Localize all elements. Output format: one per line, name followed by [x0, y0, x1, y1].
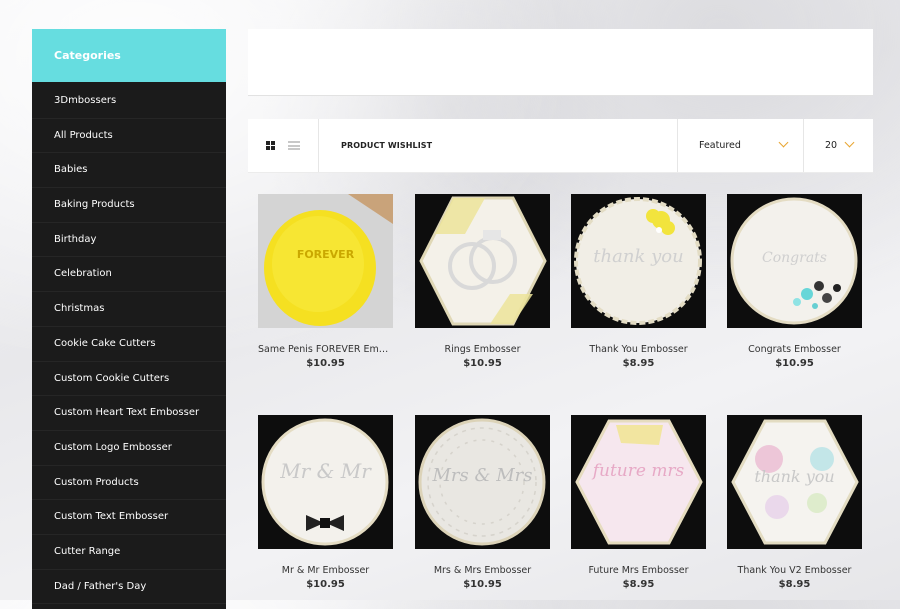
- sidebar-item-fathers-day[interactable]: Dad / Father's Day: [32, 570, 226, 605]
- product-image[interactable]: Mrs & Mrs: [415, 415, 550, 549]
- product-card[interactable]: future mrs Future Mrs Embosser $8.95: [571, 415, 706, 590]
- product-name[interactable]: Rings Embosser: [415, 344, 550, 355]
- product-image[interactable]: Mr & Mr: [258, 415, 393, 549]
- product-name[interactable]: Mrs & Mrs Embosser: [415, 565, 550, 576]
- toolbar-divider: [677, 119, 678, 172]
- sidebar-item-christmas[interactable]: Christmas: [32, 292, 226, 327]
- product-photo: [415, 194, 550, 328]
- product-name[interactable]: Mr & Mr Embosser: [258, 565, 393, 576]
- product-price: $8.95: [778, 579, 811, 590]
- product-price: $10.95: [306, 358, 345, 369]
- product-card[interactable]: Mrs & Mrs Mrs & Mrs Embosser $10.95: [415, 415, 550, 590]
- product-photo: [571, 415, 706, 549]
- sidebar-item-custom-products[interactable]: Custom Products: [32, 466, 226, 501]
- product-image-text: thank you: [754, 467, 835, 486]
- sidebar-item-custom-logo-embosser[interactable]: Custom Logo Embosser: [32, 431, 226, 466]
- sidebar-title: Categories: [32, 29, 226, 82]
- product-card[interactable]: Mr & Mr Mr & Mr Embosser $10.95: [258, 415, 393, 590]
- sidebar-item-birthday[interactable]: Birthday: [32, 223, 226, 258]
- product-card[interactable]: Rings Embosser $10.95: [415, 194, 550, 369]
- product-image[interactable]: [415, 194, 550, 328]
- per-page-select[interactable]: 20: [825, 119, 837, 172]
- sidebar-item-cutter-range[interactable]: Cutter Range: [32, 535, 226, 570]
- sidebar-item-custom-cookie-cutters[interactable]: Custom Cookie Cutters: [32, 362, 226, 397]
- product-price: $10.95: [463, 579, 502, 590]
- category-sidebar: Categories 3Dmbossers All Products Babie…: [32, 29, 226, 609]
- toolbar-divider: [318, 119, 319, 172]
- sidebar-item-custom-heart-text-embosser[interactable]: Custom Heart Text Embosser: [32, 396, 226, 431]
- product-name[interactable]: Same Penis FOREVER Embo...: [258, 344, 393, 355]
- sidebar-item-cookie-cake-cutters[interactable]: Cookie Cake Cutters: [32, 327, 226, 362]
- per-page-value: 20: [825, 140, 838, 151]
- sidebar-item-celebration[interactable]: Celebration: [32, 257, 226, 293]
- product-card[interactable]: FOREVER Same Penis FOREVER Embo... $10.9…: [258, 194, 393, 369]
- product-image-text: Mr & Mr: [280, 459, 371, 483]
- product-image[interactable]: future mrs: [571, 415, 706, 549]
- sidebar-item-babies[interactable]: Babies: [32, 153, 226, 189]
- chevron-down-icon: [778, 137, 789, 148]
- product-name[interactable]: Thank You V2 Embosser: [727, 565, 862, 576]
- sidebar-item-all-products[interactable]: All Products: [32, 119, 226, 154]
- product-price: $8.95: [622, 579, 655, 590]
- sort-value: Featured: [699, 140, 741, 151]
- product-image-text: thank you: [593, 246, 684, 267]
- category-list: 3Dmbossers All Products Babies Baking Pr…: [32, 84, 226, 605]
- product-price: $10.95: [306, 579, 345, 590]
- product-image[interactable]: Congrats: [727, 194, 862, 328]
- sidebar-item-custom-text-embosser[interactable]: Custom Text Embosser: [32, 500, 226, 535]
- grid-view-icon[interactable]: [266, 141, 276, 150]
- product-card[interactable]: thank you Thank You V2 Embosser $8.95: [727, 415, 862, 590]
- sort-select[interactable]: Featured: [699, 119, 741, 172]
- product-image-text: FOREVER: [296, 248, 355, 261]
- product-image[interactable]: thank you: [727, 415, 862, 549]
- chevron-down-icon: [844, 137, 855, 148]
- category-banner: [248, 29, 873, 96]
- product-wishlist-link[interactable]: PRODUCT WISHLIST: [341, 119, 432, 172]
- product-photo: [258, 194, 393, 328]
- product-name[interactable]: Thank You Embosser: [571, 344, 706, 355]
- product-image-text: future mrs: [592, 461, 685, 481]
- product-name[interactable]: Future Mrs Embosser: [571, 565, 706, 576]
- product-name[interactable]: Congrats Embosser: [727, 344, 862, 355]
- list-view-icon[interactable]: [288, 141, 300, 150]
- product-toolbar: PRODUCT WISHLIST Featured 20: [248, 119, 873, 173]
- product-image-text: Mrs & Mrs: [432, 465, 533, 486]
- product-card[interactable]: Congrats Congrats Embosser $10.95: [727, 194, 862, 369]
- sidebar-item-3dmbossers[interactable]: 3Dmbossers: [32, 84, 226, 119]
- product-price: $10.95: [463, 358, 502, 369]
- product-price: $8.95: [622, 358, 655, 369]
- sidebar-item-baking-products[interactable]: Baking Products: [32, 188, 226, 223]
- product-card[interactable]: thank you Thank You Embosser $8.95: [571, 194, 706, 369]
- product-price: $10.95: [775, 358, 814, 369]
- toolbar-divider: [803, 119, 804, 172]
- product-image[interactable]: FOREVER: [258, 194, 393, 328]
- product-image-text: Congrats: [762, 250, 827, 266]
- product-image[interactable]: thank you: [571, 194, 706, 328]
